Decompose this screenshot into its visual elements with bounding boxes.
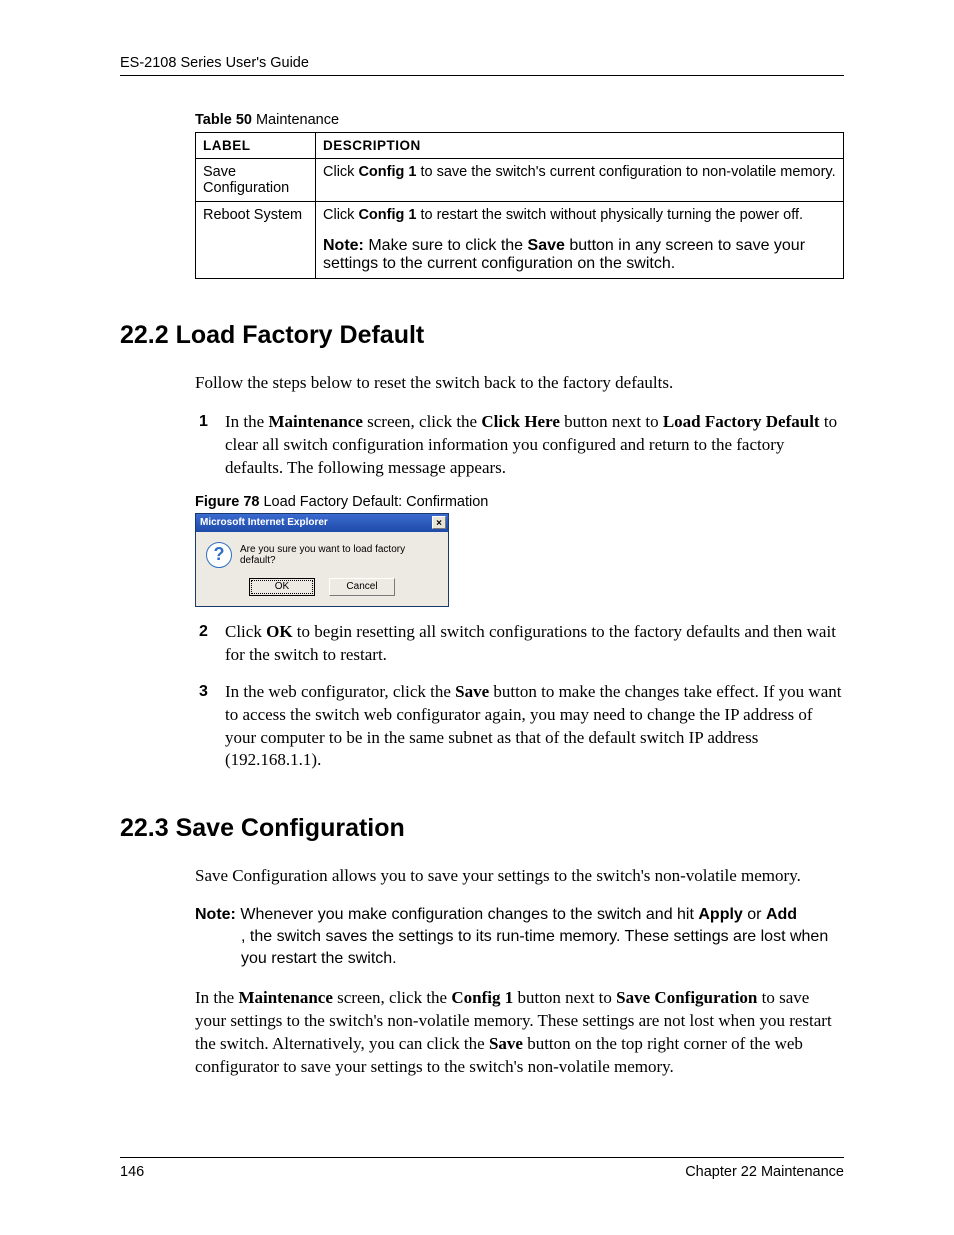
text-bold: Click Here [481,412,560,431]
text-bold: Load Factory Default [663,412,820,431]
text-bold: OK [266,622,292,641]
text: to save the switch's current configurati… [416,164,835,180]
text-bold: Maintenance [268,412,362,431]
table-header-label: LABEL [196,133,316,159]
cell-description: Click Config 1 to restart the switch wit… [316,202,844,279]
question-icon: ? [206,542,232,568]
dialog-body: ? Are you sure you want to load factory … [196,532,448,574]
step-number: 3 [199,681,208,703]
text-bold: Save Configuration [616,988,757,1007]
table-caption-number: Table 50 [195,112,252,128]
table-header-description: DESCRIPTION [316,133,844,159]
step-number: 1 [199,411,208,433]
text: Whenever you make configuration changes … [236,906,698,923]
section-heading-22-2: 22.2 Load Factory Default [120,321,844,350]
text: In the [225,412,268,431]
step-3: 3 In the web configurator, click the Sav… [195,681,844,773]
step-number: 2 [199,621,208,643]
cancel-button[interactable]: Cancel [329,578,395,596]
text: button next to [513,988,616,1007]
ok-button[interactable]: OK [249,578,315,596]
table-caption-title: Maintenance [252,112,339,128]
table-row: Reboot System Click Config 1 to restart … [196,202,844,279]
chapter-label: Chapter 22 Maintenance [685,1164,844,1180]
close-icon[interactable]: × [432,516,446,529]
text: Click [323,164,358,180]
text-bold: Config 1 [358,164,416,180]
table-row: Save Configuration Click Config 1 to sav… [196,159,844,202]
text: In the web configurator, click the [225,682,455,701]
paragraph: Save Configuration allows you to save yo… [195,865,844,888]
cell-label: Reboot System [196,202,316,279]
dialog-title: Microsoft Internet Explorer [200,517,328,528]
step-2: 2 Click OK to begin resetting all switch… [195,621,844,667]
text: , the switch saves the settings to its r… [241,926,844,969]
maintenance-table: LABEL DESCRIPTION Save Configuration Cli… [195,132,844,279]
step-1: 1 In the Maintenance screen, click the C… [195,411,844,480]
confirmation-dialog: Microsoft Internet Explorer × ? Are you … [195,513,449,607]
text: Make sure to click the [364,237,528,254]
figure-caption: Figure 78 Load Factory Default: Confirma… [195,494,844,510]
note-block: Note: Whenever you make configuration ch… [195,904,844,969]
figure-caption-title: Load Factory Default: Confirmation [259,494,488,510]
footer-rule [120,1157,844,1158]
paragraph: In the Maintenance screen, click the Con… [195,987,844,1079]
text: screen, click the [333,988,451,1007]
text-bold: Save [455,682,489,701]
text-bold: Apply [698,906,742,923]
note-label: Note: [323,237,364,254]
table-caption: Table 50 Maintenance [195,112,844,128]
intro-paragraph: Follow the steps below to reset the swit… [195,372,844,395]
text: to begin resetting all switch configurat… [225,622,836,664]
section-heading-22-3: 22.3 Save Configuration [120,814,844,843]
header-rule [120,75,844,76]
page-number: 146 [120,1164,144,1180]
text-bold: Save [489,1034,523,1053]
text-bold: Config 1 [358,207,416,223]
text-bold: Config 1 [451,988,513,1007]
running-head: ES-2108 Series User's Guide [120,55,844,71]
cell-note: Note: Make sure to click the Save button… [323,237,836,273]
dialog-titlebar: Microsoft Internet Explorer × [196,514,448,532]
text-bold: Maintenance [238,988,332,1007]
text: screen, click the [363,412,481,431]
dialog-message: Are you sure you want to load factory de… [240,544,438,566]
page-footer: 146 Chapter 22 Maintenance [120,1157,844,1180]
cell-description: Click Config 1 to save the switch's curr… [316,159,844,202]
cell-label: Save Configuration [196,159,316,202]
text: to restart the switch without physically… [416,207,803,223]
text: button next to [560,412,663,431]
text: or [743,906,766,923]
figure-caption-number: Figure 78 [195,494,259,510]
text-bold: Add [766,906,797,923]
text: In the [195,988,238,1007]
text: Click [323,207,358,223]
dialog-buttons: OK Cancel [196,574,448,606]
text-bold: Save [528,237,565,254]
text: Click [225,622,266,641]
note-label: Note: [195,906,236,923]
